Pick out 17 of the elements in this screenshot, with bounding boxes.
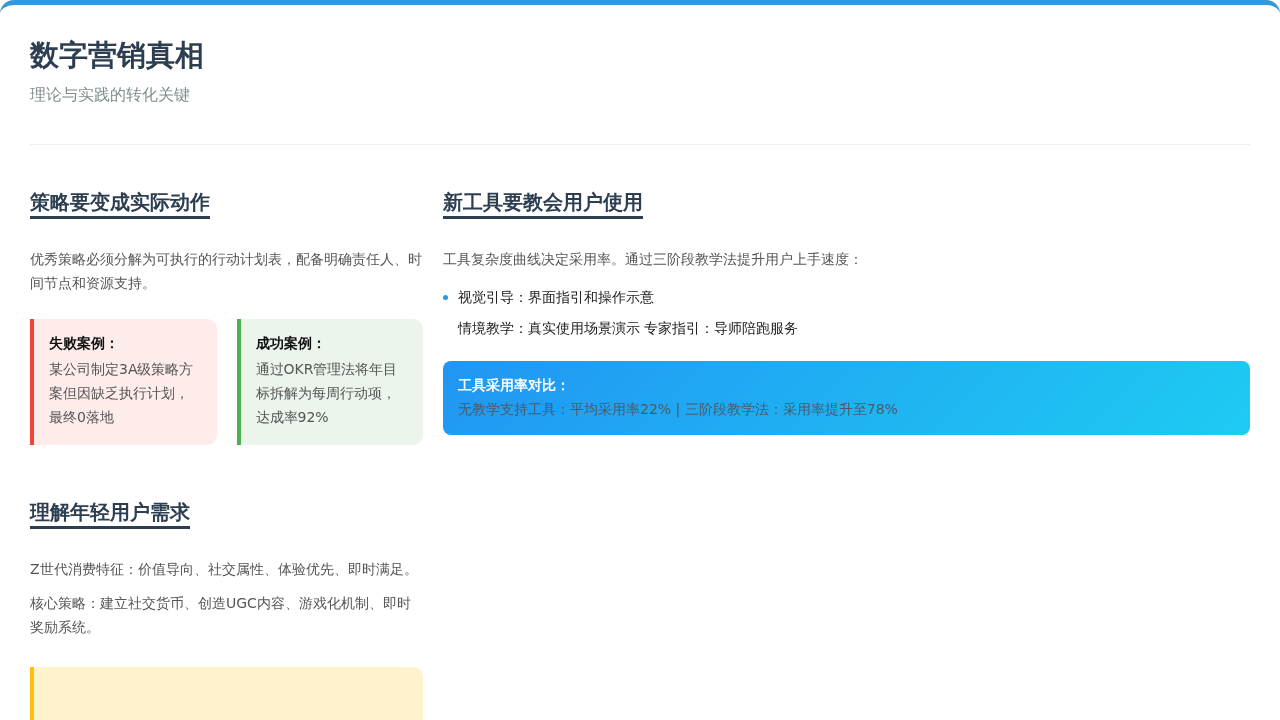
case-text: 通过OKR管理法将年目标拆解为每周行动项，达成率92% [255, 360, 399, 427]
section-heading: 理解年轻用户需求 [30, 499, 190, 529]
list-item: 视觉引导：界面指引和操作示意 [458, 288, 654, 307]
case-title: 失败案例： [49, 335, 120, 353]
highlight-text: 无教学支持工具：平均采用率22% | 三阶段教学法：采用率提升至78% [458, 401, 899, 419]
page-title: 数字营销真相 [30, 37, 205, 74]
section-paragraph: Z世代消费特征：价值导向、社交属性、体验优先、即时满足。 [30, 560, 419, 579]
section-heading: 新工具要教会用户使用 [443, 189, 643, 219]
case-text: 某公司制定3A级策略方案但因缺乏执行计划，最终0落地 [49, 360, 195, 427]
case-title: 成功案例： [255, 335, 327, 353]
section-paragraph: 核心策略：建立社交货币、创造UGC内容、游戏化机制、即时奖励系统。 [30, 594, 412, 637]
section-paragraph: 工具复杂度曲线决定采用率。通过三阶段教学法提升用户上手速度： [443, 250, 864, 269]
section-paragraph: 优秀策略必须分解为可执行的行动计划表，配备明确责任人、时间节点和资源支持。 [30, 250, 423, 293]
page-subtitle: 理论与实践的转化关键 [30, 85, 191, 106]
section-heading: 策略要变成实际动作 [30, 189, 210, 219]
highlight-title: 工具采用率对比： [458, 377, 571, 395]
list-item: 情境教学：真实使用场景演示 专家指引：导师陪跑服务 [458, 319, 799, 338]
